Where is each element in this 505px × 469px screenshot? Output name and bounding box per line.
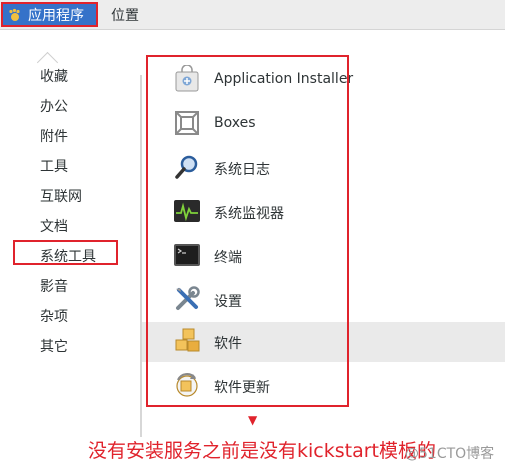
app-name: 软件更新 <box>214 380 270 396</box>
menu-divider <box>140 75 142 437</box>
app-name: Application Installer <box>214 71 354 87</box>
app-name: 系统监视器 <box>214 206 284 222</box>
applications-menu-button[interactable]: 应用程序 <box>1 2 98 27</box>
top-bar: 应用程序 位置 <box>0 0 505 30</box>
magnifier-icon <box>172 152 202 182</box>
category-office[interactable]: 办公 <box>40 96 68 116</box>
app-item-settings[interactable]: 设置 <box>162 280 505 320</box>
category-sound-video[interactable]: 影音 <box>40 276 68 296</box>
app-item-software[interactable]: 软件 <box>142 322 505 362</box>
app-item-software-update[interactable]: 软件更新 <box>162 366 505 406</box>
terminal-icon <box>172 240 202 270</box>
tools-icon <box>172 284 202 314</box>
category-favorites[interactable]: 收藏 <box>40 66 68 86</box>
applications-label: 应用程序 <box>28 7 84 24</box>
app-name: Boxes <box>214 115 256 131</box>
watermark: @51CTO博客 <box>405 446 495 462</box>
annotation-text: 没有安装服务之前是没有kickstart模板的 <box>88 440 436 462</box>
app-item-system-log[interactable]: 系统日志 <box>162 148 505 188</box>
monitor-icon <box>172 196 202 226</box>
category-internet[interactable]: 互联网 <box>40 186 82 206</box>
annotation-arrow: ▼ <box>248 413 258 427</box>
boxes-icon <box>172 108 202 138</box>
app-name: 软件 <box>214 336 242 352</box>
app-item-system-monitor[interactable]: 系统监视器 <box>162 192 505 232</box>
app-name: 终端 <box>214 250 242 266</box>
app-item-boxes[interactable]: Boxes <box>162 104 505 144</box>
foot-logo-icon <box>8 8 22 22</box>
category-system-tools[interactable]: 系统工具 <box>40 246 96 266</box>
update-icon <box>172 370 202 400</box>
category-sundry[interactable]: 杂项 <box>40 306 68 326</box>
bag-icon <box>172 64 202 94</box>
applications-menu: 收藏 办公 附件 工具 互联网 文档 系统工具 影音 杂项 其它 Applica… <box>2 31 505 469</box>
category-documents[interactable]: 文档 <box>40 216 68 236</box>
places-menu-button[interactable]: 位置 <box>111 5 139 25</box>
app-item-terminal[interactable]: 终端 <box>162 236 505 276</box>
category-accessories[interactable]: 附件 <box>40 126 68 146</box>
app-name: 系统日志 <box>214 162 270 178</box>
category-other[interactable]: 其它 <box>40 336 68 356</box>
app-item-application-installer[interactable]: Application Installer <box>162 60 505 100</box>
app-name: 设置 <box>214 294 242 310</box>
packages-icon <box>172 326 202 356</box>
category-utilities[interactable]: 工具 <box>40 156 68 176</box>
